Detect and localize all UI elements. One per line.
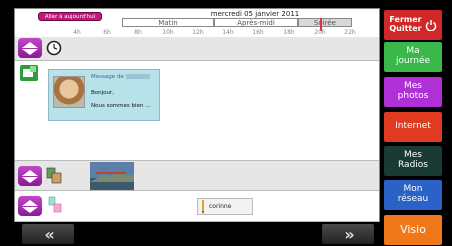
- hour-label: 8h: [134, 29, 142, 36]
- arrow-up-icon: [22, 169, 38, 176]
- visio-button[interactable]: Visio: [384, 215, 442, 245]
- frame-left: [0, 0, 14, 246]
- photos-icon: [46, 167, 62, 184]
- pen-icon: [202, 199, 204, 214]
- photos-row-scroll-button[interactable]: [18, 166, 42, 186]
- contacts-row-scroll-button[interactable]: [18, 196, 42, 216]
- period-evening[interactable]: Soirée: [298, 18, 352, 27]
- contacts-icon: [48, 196, 62, 213]
- arrow-down-icon: [22, 48, 38, 55]
- message-card[interactable]: Message de Bonjour, Nous sommes bien ...: [48, 69, 160, 121]
- hour-label: 6h: [103, 29, 111, 36]
- message-from-label: Message de: [91, 74, 124, 80]
- photo-thumbnail[interactable]: [90, 162, 134, 190]
- contact-note[interactable]: corinne: [197, 198, 253, 215]
- hour-label: 16h: [252, 29, 264, 36]
- my-day-button[interactable]: Ma journée: [384, 42, 442, 72]
- double-chevron-right-icon: »: [344, 224, 354, 244]
- sender-name-redacted: [125, 74, 150, 79]
- my-radios-button[interactable]: Mes Radios: [384, 146, 442, 176]
- previous-button[interactable]: «: [22, 224, 74, 244]
- hour-label: 18h: [283, 29, 295, 36]
- agenda-row-scroll-button[interactable]: [18, 38, 42, 58]
- message-greeting: Bonjour,: [91, 90, 115, 96]
- period-afternoon[interactable]: Après-midi: [214, 18, 298, 27]
- message-preview: Nous sommes bien ...: [91, 103, 151, 109]
- my-network-button[interactable]: Mon réseau: [384, 180, 442, 210]
- app-screen: Aller à aujourd'hui mercredi 05 janvier …: [0, 0, 452, 246]
- hour-scale: 4h 6h 8h 10h 12h 14h 16h 18h 20h 22h: [14, 29, 380, 37]
- agenda-row: [15, 37, 379, 61]
- quit-label: Fermer Quitter: [389, 15, 422, 33]
- hour-label: 20h: [314, 29, 326, 36]
- internet-button[interactable]: Internet: [384, 112, 442, 142]
- hour-label: 12h: [192, 29, 204, 36]
- hour-label: 4h: [73, 29, 81, 36]
- photos-row: [15, 161, 379, 191]
- arrow-down-icon: [22, 206, 38, 213]
- my-photos-button[interactable]: Mes photos: [384, 77, 442, 107]
- go-to-today-button[interactable]: Aller à aujourd'hui: [38, 12, 102, 21]
- power-icon: [425, 20, 436, 31]
- arrow-down-icon: [22, 176, 38, 183]
- clock-icon[interactable]: [46, 40, 62, 56]
- message-sender: Message de: [91, 74, 150, 80]
- add-message-icon[interactable]: [20, 65, 38, 81]
- next-button[interactable]: »: [322, 224, 374, 244]
- current-date: mercredi 05 janvier 2011: [210, 10, 300, 18]
- contact-note-text: corinne: [209, 203, 232, 210]
- hour-label: 22h: [344, 29, 356, 36]
- period-morning[interactable]: Matin: [122, 18, 214, 27]
- arrow-up-icon: [22, 41, 38, 48]
- hour-label: 14h: [222, 29, 234, 36]
- quit-button[interactable]: Fermer Quitter: [384, 10, 442, 40]
- hour-label: 10h: [162, 29, 174, 36]
- sender-photo: [53, 76, 85, 108]
- arrow-up-icon: [22, 199, 38, 206]
- double-chevron-left-icon: «: [44, 224, 54, 244]
